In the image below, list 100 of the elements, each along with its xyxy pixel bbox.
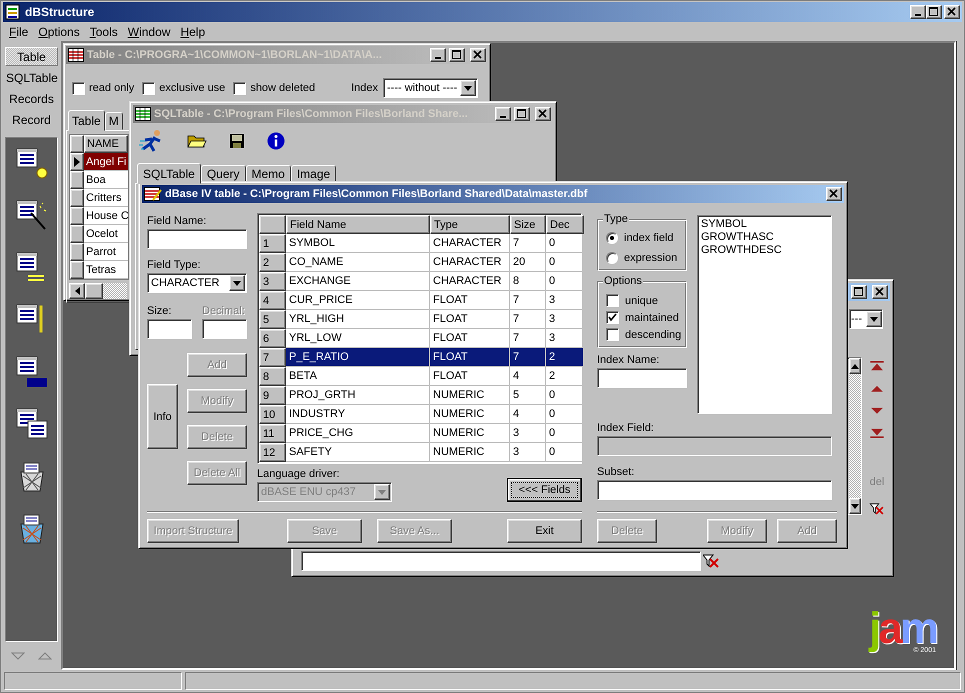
checkbox[interactable]	[606, 328, 619, 341]
table-cell[interactable]: 7	[510, 234, 546, 253]
close-button[interactable]	[826, 187, 842, 201]
table-cell[interactable]: 8	[510, 272, 546, 291]
scroll-down-icon[interactable]	[851, 504, 859, 508]
tab[interactable]: M	[104, 112, 123, 130]
list-item[interactable]: GROWTHASC	[701, 231, 828, 244]
table-cell[interactable]: CO_NAME	[286, 253, 430, 272]
table-cell[interactable]: 3	[510, 443, 546, 462]
menu-item[interactable]: Tools	[86, 24, 122, 38]
fields-button[interactable]: <<< Fields	[507, 478, 582, 502]
row-indicator[interactable]	[70, 189, 84, 207]
table-cell[interactable]: 7	[510, 291, 546, 310]
checkbox[interactable]	[606, 294, 619, 307]
row-indicator[interactable]	[70, 225, 84, 243]
table-cell[interactable]: 3	[546, 310, 584, 329]
menu-item[interactable]: File	[5, 24, 32, 38]
table-cell[interactable]: 0	[546, 234, 584, 253]
index-dropdown[interactable]: ---	[849, 309, 883, 329]
table-cell[interactable]: NUMERIC	[430, 424, 510, 443]
table-cell[interactable]: FLOAT	[430, 367, 510, 386]
funnel-delete-icon[interactable]	[703, 554, 719, 568]
minimize-button[interactable]	[495, 107, 511, 121]
table-cell[interactable]: PRICE_CHG	[286, 424, 430, 443]
table-cell[interactable]: NUMERIC	[430, 405, 510, 424]
table-cell[interactable]: P_E_RATIO	[286, 348, 430, 367]
table-cell[interactable]: 0	[546, 253, 584, 272]
table-cell[interactable]: 2	[546, 348, 584, 367]
column-header[interactable]: Type	[430, 215, 510, 234]
maximize-button[interactable]	[926, 5, 942, 19]
table-cell[interactable]: FLOAT	[430, 348, 510, 367]
move-down-icon[interactable]	[869, 406, 885, 414]
table-cell[interactable]: 3	[510, 424, 546, 443]
info-icon[interactable]	[267, 132, 285, 150]
table-cell[interactable]: 0	[546, 424, 584, 443]
menu-item[interactable]: Options	[34, 24, 84, 38]
maximize-button[interactable]	[514, 107, 530, 121]
field-name-input[interactable]	[147, 229, 247, 249]
move-first-icon[interactable]	[869, 361, 885, 372]
tab[interactable]: SQLTable	[137, 163, 201, 184]
table-cell[interactable]: 0	[546, 443, 584, 462]
save-icon[interactable]	[229, 133, 245, 149]
table-cell[interactable]: CHARACTER	[430, 272, 510, 291]
maximize-button[interactable]	[851, 285, 867, 299]
menu-item[interactable]: Help	[176, 24, 210, 38]
input-field[interactable]	[301, 551, 701, 571]
table-cell[interactable]: NUMERIC	[430, 386, 510, 405]
table-cell[interactable]: 0	[546, 386, 584, 405]
open-folder-icon[interactable]	[187, 133, 207, 149]
minimize-button[interactable]	[430, 48, 446, 62]
table-cell[interactable]: Parrot	[84, 243, 128, 261]
field-type-dropdown[interactable]: CHARACTER	[147, 273, 247, 293]
table-cell[interactable]: INDUSTRY	[286, 405, 430, 424]
index-dropdown[interactable]: ---- without ----	[383, 78, 478, 98]
table-cell[interactable]: EXCHANGE	[286, 272, 430, 291]
dropdown-button[interactable]	[229, 275, 245, 291]
table-cell[interactable]: YRL_HIGH	[286, 310, 430, 329]
table-cell[interactable]: Tetras	[84, 261, 128, 279]
scrollbar[interactable]	[69, 283, 127, 299]
row-indicator[interactable]	[70, 153, 84, 171]
close-button[interactable]	[944, 5, 960, 19]
move-up-icon[interactable]	[869, 385, 885, 393]
info-button[interactable]: Info	[147, 384, 178, 449]
dropdown-button[interactable]	[460, 80, 476, 96]
table-cell[interactable]: 4	[510, 367, 546, 386]
checkbox[interactable]	[142, 82, 156, 94]
table-text-icon[interactable]	[14, 354, 50, 390]
decimal-input[interactable]	[202, 319, 247, 339]
checkbox[interactable]	[233, 82, 246, 94]
table-cell[interactable]: CHARACTER	[430, 234, 510, 253]
table-cell[interactable]: House C	[84, 207, 128, 225]
table-cell[interactable]: 3	[546, 291, 584, 310]
table-cell[interactable]: CHARACTER	[430, 253, 510, 272]
table-cell[interactable]: CUR_PRICE	[286, 291, 430, 310]
index-name-input[interactable]	[597, 368, 687, 388]
size-input[interactable]	[147, 319, 192, 339]
tab[interactable]: Table	[68, 110, 105, 131]
table-cell[interactable]: 2	[546, 367, 584, 386]
scroll-left-icon[interactable]	[74, 287, 80, 295]
footer-button[interactable]: Exit	[507, 519, 582, 543]
table-cell[interactable]: Critters	[84, 189, 128, 207]
table-cell[interactable]: PROJ_GRTH	[286, 386, 430, 405]
table-cell[interactable]: SAFETY	[286, 443, 430, 462]
radio-button[interactable]	[606, 232, 618, 244]
row-indicator[interactable]	[70, 243, 84, 261]
menu-item[interactable]: Window	[124, 24, 174, 38]
table-cell[interactable]: Boa	[84, 171, 128, 189]
table-cell[interactable]: 7	[510, 348, 546, 367]
row-indicator[interactable]	[70, 261, 84, 279]
list-item[interactable]: GROWTHDESC	[701, 244, 828, 257]
scrollbar[interactable]	[849, 358, 861, 514]
column-header[interactable]: Dec	[546, 215, 584, 234]
column-header[interactable]: Size	[510, 215, 546, 234]
funnel-delete-icon[interactable]	[869, 503, 885, 515]
checkbox[interactable]	[606, 311, 619, 324]
close-button[interactable]	[470, 48, 486, 62]
minimize-button[interactable]	[910, 5, 926, 19]
row-indicator[interactable]	[70, 207, 84, 225]
close-button[interactable]	[535, 107, 551, 121]
checkbox[interactable]	[72, 82, 85, 94]
